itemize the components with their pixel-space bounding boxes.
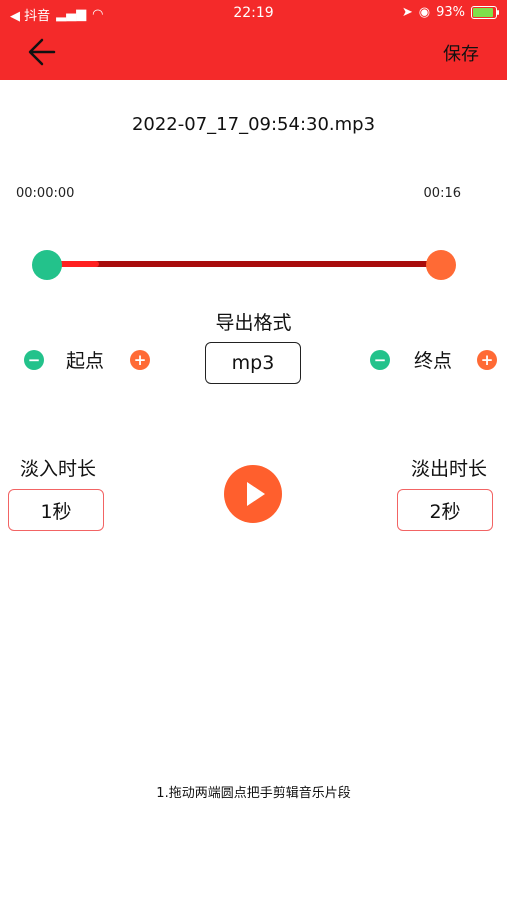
end-plus-button[interactable]: + (477, 350, 497, 370)
status-right: ➤ ◉ 93% (401, 5, 499, 20)
end-label: 终点 (414, 350, 453, 372)
end-time: 00:16 (423, 186, 461, 201)
file-name: 2022-07_17_09:54:30.mp3 (131, 114, 376, 135)
start-label: 起点 (66, 350, 105, 372)
end-minus-button[interactable]: − (370, 350, 390, 370)
trim-track[interactable] (47, 261, 441, 267)
start-time: 00:00:00 (16, 186, 75, 201)
export-format-label: 导出格式 (215, 312, 292, 334)
trim-end-handle[interactable] (426, 250, 456, 280)
orientation-lock-icon: ◉ (418, 5, 431, 20)
save-button[interactable]: 保存 (443, 40, 479, 66)
start-plus-button[interactable]: + (130, 350, 150, 370)
instruction-tip: 1.拖动两端圆点把手剪辑音乐片段 (156, 786, 351, 801)
fade-out-label: 淡出时长 (410, 458, 487, 480)
trim-start-handle[interactable] (32, 250, 62, 280)
fade-in-input[interactable]: 1秒 (8, 489, 104, 531)
fade-in-label: 淡入时长 (20, 458, 97, 480)
start-minus-button[interactable]: − (24, 350, 44, 370)
status-bar: ◀ 抖音 ▂▄▆ ◠ 22:19 ➤ ◉ 93% (0, 0, 507, 26)
battery-icon (471, 6, 499, 19)
fade-out-input[interactable]: 2秒 (397, 489, 493, 531)
arrow-left-icon (28, 38, 56, 66)
location-icon: ➤ (401, 5, 413, 20)
export-format-select[interactable]: mp3 (205, 342, 301, 384)
back-button[interactable] (24, 34, 64, 70)
play-button[interactable] (224, 465, 282, 523)
battery-percent: 93% (436, 5, 465, 20)
